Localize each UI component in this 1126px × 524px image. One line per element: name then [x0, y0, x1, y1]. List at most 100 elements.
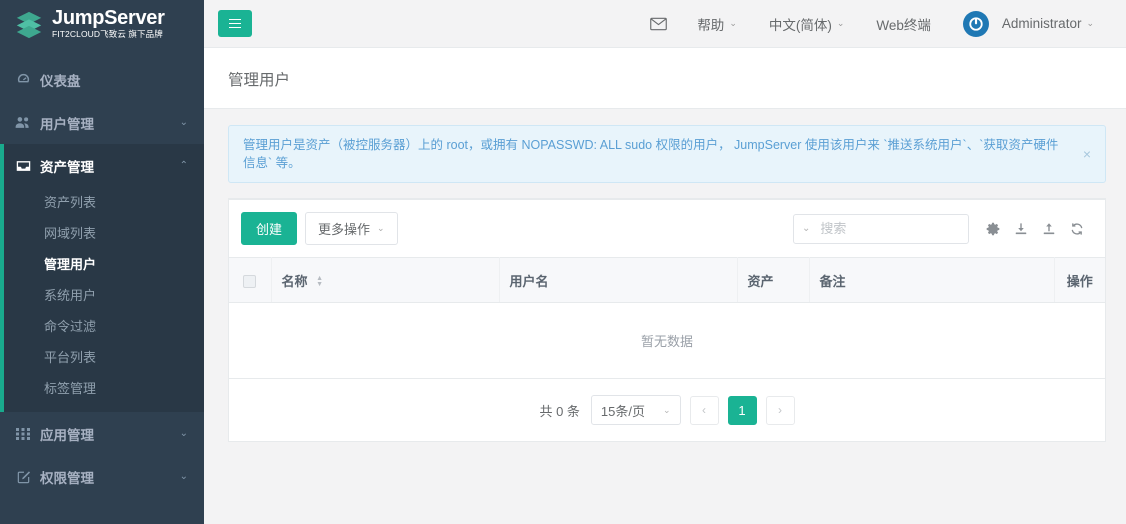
column-header-asset: 资产	[737, 257, 810, 303]
column-label: 用户名	[509, 273, 549, 289]
sidebar-item-user-management[interactable]: 用户管理 ⌄	[0, 101, 204, 144]
topbar-right: 帮助 ⌄ 中文(简体) ⌄ Web终端 Administrator ⌄	[636, 0, 1110, 48]
chevron-down-icon: ⌄	[179, 471, 188, 482]
column-label: 名称	[281, 273, 308, 289]
sidebar-item-permission-management[interactable]: 权限管理 ⌄	[0, 455, 204, 498]
sidebar-subitem-label-management[interactable]: 标签管理	[0, 373, 204, 404]
search-input[interactable]	[820, 221, 960, 236]
search-box[interactable]: ⌄	[793, 213, 969, 244]
inbox-icon	[14, 159, 32, 173]
table-header: 名称 ▲ ▼ 用户名 资产 备注 操作	[229, 257, 1105, 303]
content-area: 管理用户是资产（被控服务器）上的 root，或拥有 NOPASSWD: ALL …	[204, 109, 1126, 524]
sidebar-nav: 仪表盘 用户管理 ⌄ 资产管理 ⌃ 资产列表 网域列表 管理用户 系统用户 命令…	[0, 48, 204, 498]
next-page-button[interactable]: ›	[765, 395, 795, 425]
sidebar-submenu-assets: 资产列表 网域列表 管理用户 系统用户 命令过滤 平台列表 标签管理	[0, 187, 204, 412]
table-toolbar: 创建 更多操作 ⌄ ⌄	[229, 200, 1105, 257]
brand-logo[interactable]: JumpServer FIT2CLOUD飞致云 旗下品牌	[0, 0, 204, 48]
topbar: 帮助 ⌄ 中文(简体) ⌄ Web终端 Administrator ⌄	[204, 0, 1126, 48]
info-banner-text: 管理用户是资产（被控服务器）上的 root，或拥有 NOPASSWD: ALL …	[243, 138, 1059, 170]
page-size-select[interactable]: 15条/页 ⌄	[590, 395, 681, 425]
grid-apps-icon	[14, 427, 32, 441]
pagination-total: 共 0 条	[539, 403, 580, 419]
web-terminal-label: Web终端	[876, 17, 931, 33]
column-header-action: 操作	[1054, 257, 1105, 303]
toolbar-icons	[979, 215, 1091, 243]
column-header-name[interactable]: 名称 ▲ ▼	[271, 257, 500, 303]
sidebar-item-label: 应用管理	[40, 427, 94, 443]
select-all-header	[229, 257, 272, 303]
chevron-down-icon: ⌄	[1086, 18, 1094, 28]
refresh-icon[interactable]	[1063, 215, 1091, 243]
sidebar-subitem-domain-list[interactable]: 网域列表	[0, 218, 204, 249]
sort-icon[interactable]: ▲ ▼	[316, 275, 323, 288]
app-root: JumpServer FIT2CLOUD飞致云 旗下品牌 仪表盘 用户管理 ⌄ …	[0, 0, 1126, 524]
sidebar-item-application-management[interactable]: 应用管理 ⌄	[0, 412, 204, 455]
admin-user-panel: 创建 更多操作 ⌄ ⌄ 搜索 名称 ▲ ▼ 用户名 资产 备注 操作 暂无数据 …	[228, 198, 1106, 442]
chevron-left-icon: ‹	[702, 403, 707, 417]
column-header-username: 用户名	[499, 257, 738, 303]
help-label: 帮助	[697, 17, 725, 33]
users-icon	[14, 115, 32, 130]
user-menu[interactable]: Administrator ⌄	[947, 0, 1110, 48]
sidebar-group-applications: 应用管理 ⌄	[0, 412, 204, 455]
sidebar-item-asset-management[interactable]: 资产管理 ⌃	[0, 144, 204, 187]
more-actions-label: 更多操作	[318, 222, 371, 237]
more-actions-button[interactable]: 更多操作 ⌄	[305, 212, 398, 245]
column-label: 备注	[819, 273, 846, 289]
hamburger-icon[interactable]	[218, 10, 252, 37]
column-label: 操作	[1066, 273, 1093, 289]
chevron-down-icon: ⌄	[663, 404, 671, 415]
prev-page-button[interactable]: ‹	[689, 395, 719, 425]
page-size-label: 15条/页	[600, 403, 645, 419]
sidebar-subitem-asset-list[interactable]: 资产列表	[0, 187, 204, 218]
sidebar-item-label: 仪表盘	[40, 73, 81, 89]
sidebar-group-assets: 资产管理 ⌃ 资产列表 网域列表 管理用户 系统用户 命令过滤 平台列表 标签管…	[0, 144, 204, 412]
sidebar-subitem-system-user[interactable]: 系统用户	[0, 280, 204, 311]
sidebar-item-label: 权限管理	[40, 470, 94, 486]
web-terminal-link[interactable]: Web终端	[860, 0, 947, 48]
username-label: Administrator	[1001, 16, 1082, 31]
select-all-checkbox[interactable]	[243, 274, 257, 288]
sidebar-item-label: 资产管理	[40, 159, 94, 175]
column-label: 资产	[747, 273, 774, 289]
admin-user-table: 名称 ▲ ▼ 用户名 资产 备注 操作 暂无数据	[229, 257, 1105, 379]
language-label: 中文(简体)	[768, 17, 832, 33]
language-menu[interactable]: 中文(简体) ⌄	[753, 0, 861, 48]
chevron-right-icon: ›	[778, 403, 783, 417]
chevron-down-icon[interactable]: ⌄	[802, 223, 810, 234]
chevron-up-icon: ⌃	[179, 160, 188, 171]
sidebar: JumpServer FIT2CLOUD飞致云 旗下品牌 仪表盘 用户管理 ⌄ …	[0, 0, 204, 524]
create-button[interactable]: 创建	[241, 212, 298, 245]
brand-name: JumpServer	[52, 7, 165, 29]
chevron-down-icon: ⌄	[377, 223, 385, 233]
page-number-button[interactable]: 1	[727, 395, 757, 425]
empty-state-row: 暂无数据	[229, 302, 1105, 379]
page-header: 管理用户	[204, 48, 1126, 109]
empty-state-text: 暂无数据	[229, 302, 1105, 379]
sidebar-group-permissions: 权限管理 ⌄	[0, 455, 204, 498]
power-user-avatar-icon	[962, 10, 989, 37]
page-title: 管理用户	[228, 72, 291, 89]
gear-icon[interactable]	[979, 215, 1007, 243]
sidebar-subitem-platform-list[interactable]: 平台列表	[0, 342, 204, 373]
close-icon[interactable]: ×	[1071, 147, 1091, 161]
sidebar-subitem-command-filter[interactable]: 命令过滤	[0, 311, 204, 342]
main-area: 帮助 ⌄ 中文(简体) ⌄ Web终端 Administrator ⌄ 管理用户…	[204, 0, 1126, 524]
chevron-down-icon: ⌄	[179, 117, 188, 128]
envelope-icon[interactable]	[636, 17, 681, 31]
sidebar-subitem-admin-user[interactable]: 管理用户	[0, 249, 204, 280]
download-icon[interactable]	[1007, 215, 1035, 243]
help-menu[interactable]: 帮助 ⌄	[681, 0, 753, 48]
sidebar-group-dashboard: 仪表盘	[0, 58, 204, 101]
chevron-down-icon: ⌄	[836, 18, 845, 28]
upload-icon[interactable]	[1035, 215, 1063, 243]
edit-square-icon	[14, 469, 32, 484]
dashboard-icon	[14, 72, 32, 87]
table-body: 暂无数据	[229, 302, 1105, 379]
sidebar-item-label: 用户管理	[40, 116, 94, 132]
column-header-note: 备注	[809, 257, 1055, 303]
chevron-down-icon: ⌄	[729, 18, 737, 28]
table-header-row: 名称 ▲ ▼ 用户名 资产 备注 操作	[229, 257, 1105, 303]
sidebar-item-dashboard[interactable]: 仪表盘	[0, 58, 204, 101]
jumpserver-stack-logo-icon	[14, 9, 44, 39]
